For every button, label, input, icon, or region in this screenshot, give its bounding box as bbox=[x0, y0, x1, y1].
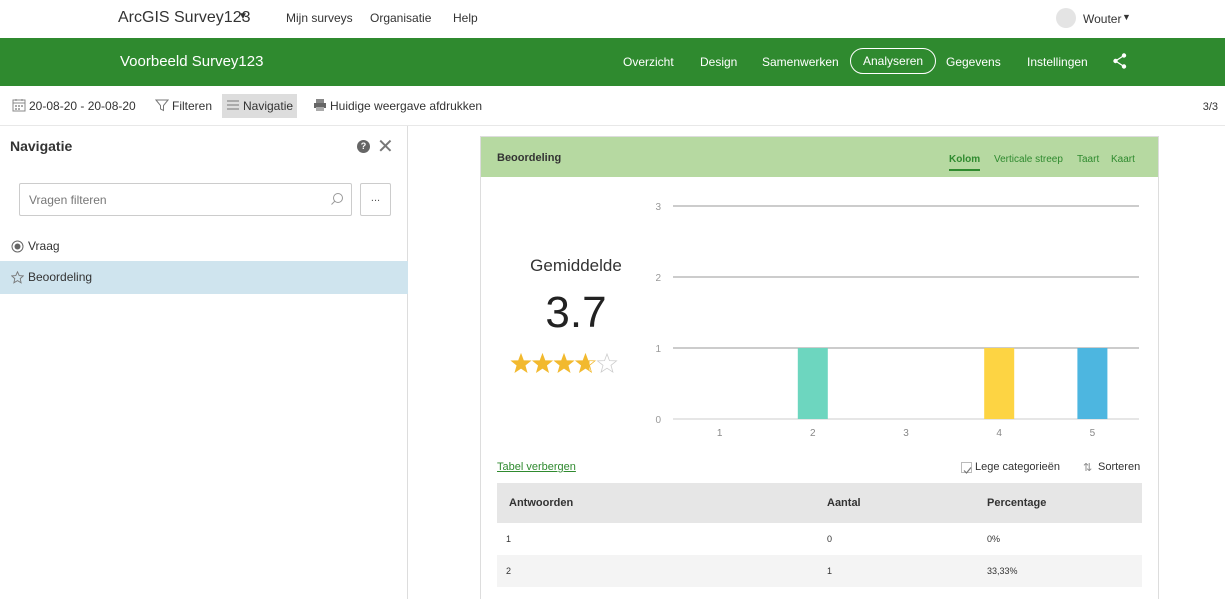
date-range-label: 20-08-20 - 20-08-20 bbox=[29, 99, 136, 113]
cell-count: 1 bbox=[827, 566, 833, 576]
question-card: Beoordeling Kolom Verticale streep Taart… bbox=[480, 136, 1159, 599]
top-bar: ArcGIS Survey123 ▼ Mijn surveys Organisa… bbox=[0, 0, 1225, 38]
cell-answer: 1 bbox=[506, 534, 512, 544]
star-icon bbox=[531, 353, 554, 374]
radio-icon bbox=[11, 240, 24, 253]
tab-data[interactable]: Gegevens bbox=[946, 55, 1001, 69]
card-header: Beoordeling Kolom Verticale streep Taart… bbox=[481, 137, 1158, 177]
tab-overview[interactable]: Overzicht bbox=[623, 55, 674, 69]
sidebar-item-vraag[interactable]: Vraag bbox=[0, 230, 408, 263]
avatar[interactable] bbox=[1056, 8, 1076, 28]
filter-label: Filteren bbox=[172, 99, 213, 113]
bar-5 bbox=[1077, 348, 1108, 419]
star-icon bbox=[553, 353, 575, 374]
page-counter: 3/3 bbox=[1202, 101, 1218, 113]
navigation-button[interactable]: Navigatie bbox=[222, 94, 298, 118]
user-menu[interactable]: Wouter bbox=[1083, 12, 1121, 26]
sidebar-item-label: Vraag bbox=[28, 239, 60, 253]
question-filter-input[interactable] bbox=[19, 183, 352, 216]
star-icon bbox=[596, 353, 618, 374]
sort-icon[interactable]: ⇅ bbox=[1083, 461, 1092, 474]
date-range-button[interactable]: 20-08-20 - 20-08-20 bbox=[12, 94, 136, 118]
chevron-down-icon[interactable]: ▼ bbox=[238, 11, 248, 22]
chevron-down-icon[interactable]: ▼ bbox=[1122, 12, 1131, 22]
cell-percentage: 33,33% bbox=[987, 566, 1018, 576]
hide-table-link[interactable]: Tabel verbergen bbox=[497, 461, 576, 473]
navigation-label: Navigatie bbox=[243, 99, 294, 113]
bar-4 bbox=[984, 348, 1015, 419]
app-brand[interactable]: ArcGIS Survey123 bbox=[118, 9, 251, 27]
print-label: Huidige weergave afdrukken bbox=[330, 99, 483, 113]
tab-column[interactable]: Kolom bbox=[949, 154, 981, 171]
panel-title: Navigatie bbox=[10, 138, 73, 154]
y-tick-label: 0 bbox=[655, 415, 661, 426]
search-icon[interactable] bbox=[330, 192, 344, 206]
x-tick-label: 1 bbox=[717, 428, 723, 439]
y-tick-label: 3 bbox=[655, 202, 661, 213]
analysis-toolbar: 20-08-20 - 20-08-20 Filteren Navigatie H… bbox=[0, 86, 1225, 126]
tab-collaborate[interactable]: Samenwerken bbox=[762, 55, 839, 69]
navigation-panel: Navigatie ? ✕ ... Vraag Beoordeling bbox=[0, 126, 408, 599]
filter-icon bbox=[155, 99, 169, 112]
tab-settings[interactable]: Instellingen bbox=[1027, 55, 1088, 69]
y-tick-label: 2 bbox=[655, 273, 661, 284]
list-icon bbox=[227, 100, 239, 110]
table-row: 1 0 0% bbox=[497, 523, 1142, 555]
more-options-button[interactable]: ... bbox=[360, 183, 391, 216]
empty-categories-label: Lege categorieën bbox=[975, 461, 1061, 473]
calendar-icon bbox=[12, 99, 26, 112]
sidebar-item-beoordeling[interactable]: Beoordeling bbox=[0, 261, 408, 294]
x-tick-label: 4 bbox=[996, 428, 1002, 439]
share-icon[interactable] bbox=[1112, 52, 1128, 70]
checkmark-icon bbox=[963, 467, 972, 474]
survey-title: Voorbeeld Survey123 bbox=[120, 53, 264, 70]
x-tick-label: 5 bbox=[1090, 428, 1096, 439]
column-header-percentage[interactable]: Percentage bbox=[987, 483, 1046, 523]
star-icon bbox=[510, 353, 532, 374]
x-tick-label: 2 bbox=[810, 428, 816, 439]
tab-vertical-bar[interactable]: Verticale streep bbox=[994, 154, 1063, 165]
printer-icon bbox=[314, 99, 326, 111]
nav-my-surveys[interactable]: Mijn surveys bbox=[286, 11, 353, 25]
close-icon[interactable]: ✕ bbox=[377, 134, 394, 159]
print-button[interactable]: Huidige weergave afdrukken bbox=[313, 94, 482, 118]
bar-2 bbox=[797, 348, 828, 419]
cell-percentage: 0% bbox=[987, 534, 1001, 544]
empty-categories-checkbox[interactable] bbox=[961, 462, 972, 474]
filter-button[interactable]: Filteren bbox=[155, 94, 212, 118]
star-outline-icon bbox=[11, 271, 24, 284]
tab-design[interactable]: Design bbox=[700, 55, 737, 69]
survey-header: Voorbeeld Survey123 Overzicht Design Sam… bbox=[0, 38, 1225, 86]
column-header-answers[interactable]: Antwoorden bbox=[509, 483, 573, 523]
tab-map[interactable]: Kaart bbox=[1111, 154, 1135, 165]
sort-button[interactable]: Sorteren bbox=[1098, 461, 1140, 473]
table-row: 2 1 33,33% bbox=[497, 555, 1142, 587]
sidebar-item-label: Beoordeling bbox=[28, 270, 93, 284]
rating-stars bbox=[510, 353, 618, 374]
x-tick-label: 3 bbox=[903, 428, 909, 439]
y-tick-label: 1 bbox=[655, 344, 661, 355]
tab-analyze[interactable]: Analyseren bbox=[850, 48, 937, 74]
star-icon bbox=[574, 353, 597, 374]
cell-answer: 2 bbox=[506, 566, 512, 576]
card-title: Beoordeling bbox=[497, 152, 562, 164]
nav-help[interactable]: Help bbox=[453, 11, 478, 25]
tab-pie[interactable]: Taart bbox=[1077, 154, 1099, 165]
cell-count: 0 bbox=[827, 534, 833, 544]
column-chart: 0 1 2 3 1 2 3 4 5 bbox=[655, 202, 1139, 439]
nav-organisation[interactable]: Organisatie bbox=[370, 11, 431, 25]
column-header-count[interactable]: Aantal bbox=[827, 483, 861, 523]
help-icon[interactable]: ? bbox=[357, 140, 370, 153]
